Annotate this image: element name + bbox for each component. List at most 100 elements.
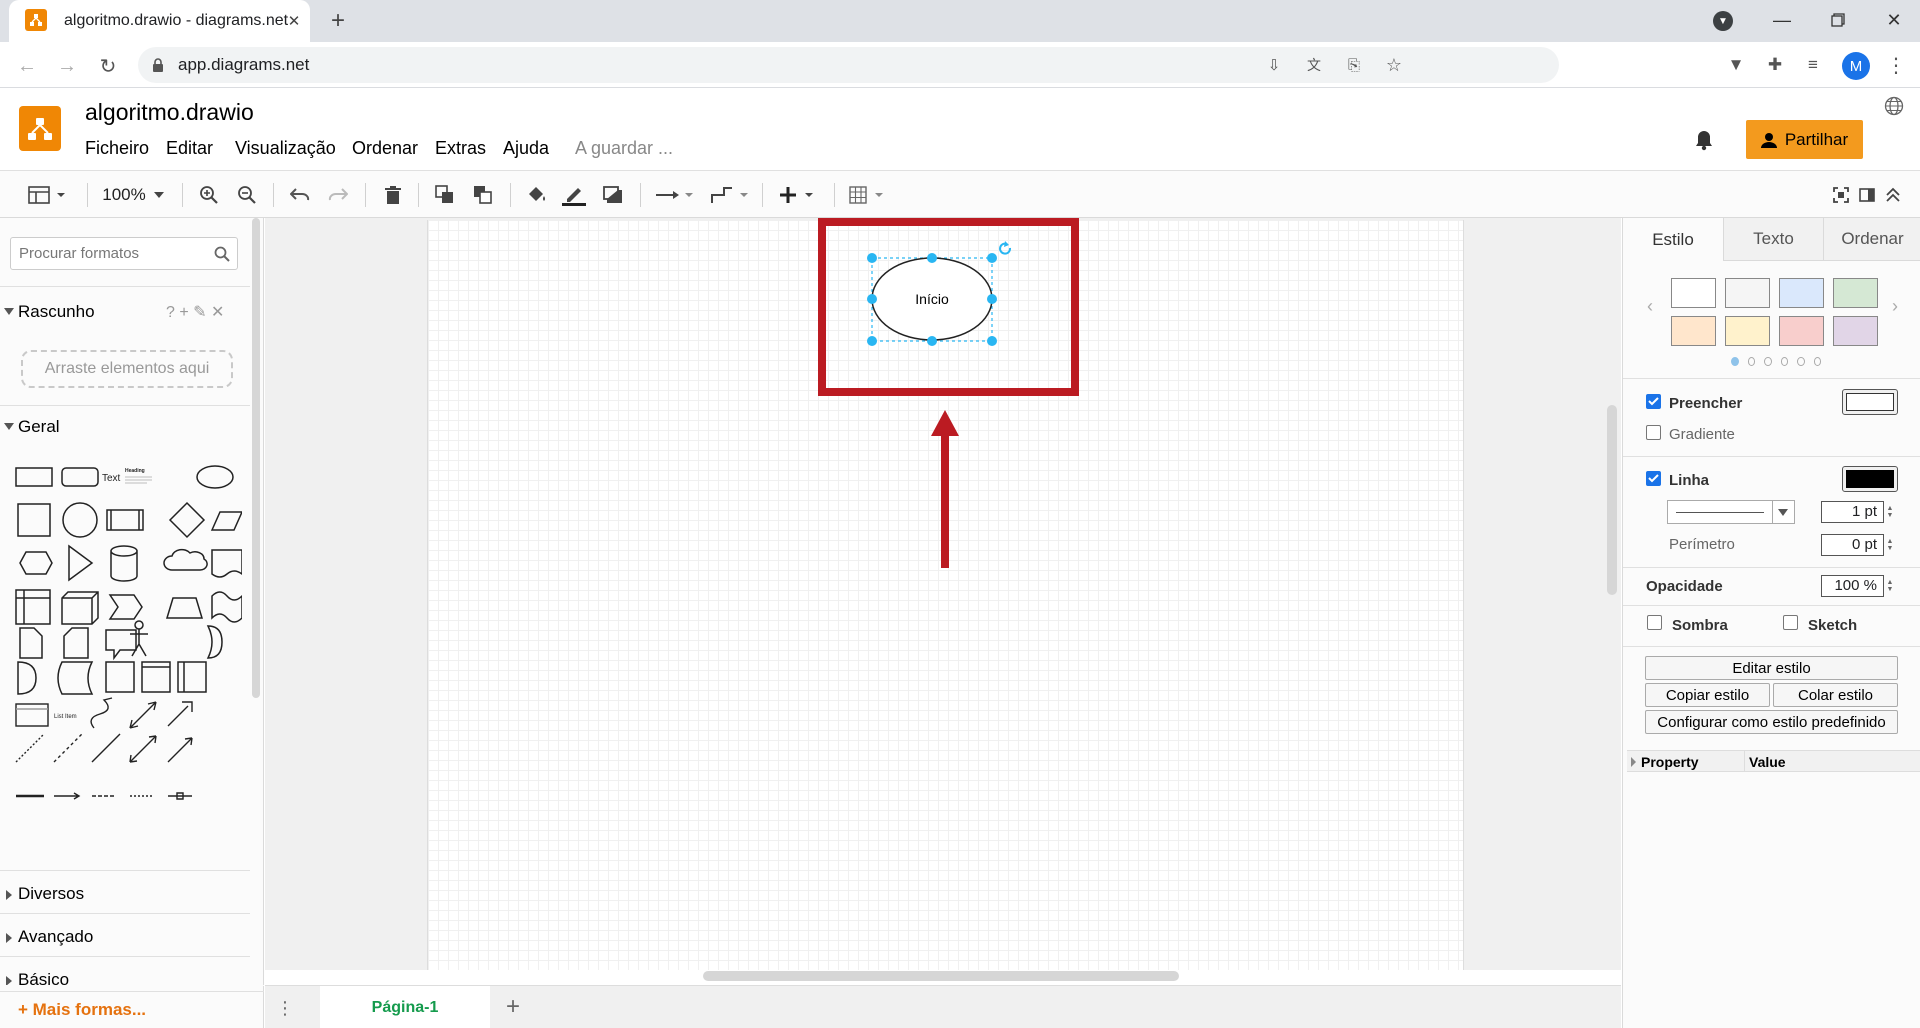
canvas-horizontal-scrollbar[interactable]: [703, 971, 1179, 981]
line-color-button[interactable]: [1842, 466, 1898, 492]
view-panels-icon[interactable]: [26, 183, 70, 207]
extension-vpn-icon[interactable]: ▼: [1724, 53, 1748, 77]
media-control-icon[interactable]: ≡: [1801, 53, 1825, 77]
menu-visualizacao[interactable]: Visualização: [235, 138, 336, 159]
canvas-vertical-scrollbar[interactable]: [1607, 405, 1617, 595]
style-swatch[interactable]: [1833, 316, 1878, 346]
menu-extras[interactable]: Extras: [435, 138, 486, 159]
waypoints-icon[interactable]: [709, 183, 751, 207]
gradient-checkbox[interactable]: [1646, 425, 1661, 440]
menu-editar[interactable]: Editar: [166, 138, 213, 159]
bookmark-star-icon[interactable]: ☆: [1383, 54, 1405, 76]
tab-search-icon[interactable]: ▼: [1713, 11, 1733, 31]
search-icon[interactable]: [213, 245, 231, 263]
fill-color-icon[interactable]: [524, 183, 550, 207]
style-swatch[interactable]: [1671, 278, 1716, 308]
line-pattern-select[interactable]: [1667, 500, 1795, 524]
sidebar-scrollbar[interactable]: [252, 218, 260, 698]
line-checkbox[interactable]: [1646, 471, 1661, 486]
opacity-stepper[interactable]: ▲ ▼: [1885, 575, 1895, 597]
line-width-input[interactable]: 1 pt: [1821, 501, 1884, 523]
to-front-icon[interactable]: [432, 183, 458, 207]
general-shapes-grid[interactable]: Text Heading List Item: [12, 458, 242, 848]
close-window-icon[interactable]: ✕: [1882, 8, 1906, 32]
opacity-input[interactable]: 100 %: [1821, 575, 1884, 597]
translate-icon[interactable]: 文: [1303, 54, 1325, 76]
restore-icon[interactable]: [1826, 8, 1850, 32]
copy-style-button[interactable]: Copiar estilo: [1645, 683, 1770, 707]
scratchpad-title[interactable]: Rascunho: [18, 302, 95, 322]
style-swatch[interactable]: [1725, 278, 1770, 308]
install-app-icon[interactable]: ⇩: [1263, 54, 1285, 76]
new-tab-icon[interactable]: +: [325, 7, 351, 34]
fill-color-button[interactable]: [1842, 389, 1898, 415]
more-shapes-link[interactable]: + Mais formas...: [18, 1000, 146, 1020]
shadow-checkbox[interactable]: [1647, 615, 1662, 630]
tab-estilo[interactable]: Estilo: [1623, 218, 1723, 261]
fullscreen-icon[interactable]: [1830, 183, 1852, 207]
menu-ajuda[interactable]: Ajuda: [503, 138, 549, 159]
line-width-stepper[interactable]: ▲ ▼: [1885, 501, 1895, 523]
menu-ficheiro[interactable]: Ficheiro: [85, 138, 149, 159]
save-page-icon[interactable]: ⎘: [1343, 54, 1365, 76]
section-basico[interactable]: Básico: [18, 970, 69, 990]
swatch-next-icon[interactable]: ›: [1888, 296, 1902, 316]
diagram-canvas[interactable]: Início: [265, 218, 1621, 970]
browser-menu-icon[interactable]: ⋮: [1886, 53, 1906, 77]
browser-tab[interactable]: algoritmo.drawio - diagrams.net ✕: [9, 0, 310, 42]
undo-icon[interactable]: [287, 183, 313, 207]
tab-ordenar[interactable]: Ordenar: [1823, 218, 1920, 261]
extensions-puzzle-icon[interactable]: ✚: [1763, 53, 1787, 77]
profile-avatar[interactable]: M: [1842, 52, 1870, 80]
style-swatch[interactable]: [1725, 316, 1770, 346]
line-color-icon[interactable]: [561, 183, 587, 207]
swatch-prev-icon[interactable]: ‹: [1643, 296, 1657, 316]
zoom-in-icon[interactable]: [196, 183, 222, 207]
fill-checkbox[interactable]: [1646, 394, 1661, 409]
forward-icon[interactable]: →: [54, 53, 80, 79]
perimeter-input[interactable]: 0 pt: [1821, 534, 1884, 556]
minimize-icon[interactable]: —: [1770, 8, 1794, 32]
reload-icon[interactable]: ↻: [95, 53, 121, 79]
file-title[interactable]: algoritmo.drawio: [85, 99, 254, 126]
sketch-checkbox[interactable]: [1783, 615, 1798, 630]
style-swatch[interactable]: [1779, 278, 1824, 308]
format-panel-toggle-icon[interactable]: [1856, 183, 1878, 207]
edit-style-button[interactable]: Editar estilo: [1645, 656, 1898, 680]
shape-search-input[interactable]: Procurar formatos: [10, 237, 238, 270]
to-back-icon[interactable]: [470, 183, 496, 207]
general-section-title[interactable]: Geral: [18, 417, 60, 437]
swatch-pager[interactable]: [1731, 357, 1821, 367]
perimeter-stepper[interactable]: ▲ ▼: [1885, 534, 1895, 556]
scratchpad-actions[interactable]: ? + ✎ ✕: [166, 302, 224, 322]
insert-plus-icon[interactable]: [778, 183, 820, 207]
section-diversos[interactable]: Diversos: [18, 884, 84, 904]
add-page-icon[interactable]: +: [501, 993, 525, 1020]
set-default-style-button[interactable]: Configurar como estilo predefinido: [1645, 710, 1898, 734]
notification-bell-icon[interactable]: [1692, 127, 1716, 153]
scratchpad-drop-area[interactable]: Arraste elementos aqui: [21, 350, 233, 388]
language-globe-icon[interactable]: [1883, 95, 1905, 117]
page-menu-icon[interactable]: ⋮: [276, 998, 294, 1018]
table-icon[interactable]: [848, 183, 890, 207]
zoom-dropdown[interactable]: 100%: [97, 183, 169, 207]
connection-style-icon[interactable]: [654, 183, 696, 207]
zoom-out-icon[interactable]: [234, 183, 260, 207]
section-avancado[interactable]: Avançado: [18, 927, 93, 947]
menu-ordenar[interactable]: Ordenar: [352, 138, 418, 159]
close-tab-icon[interactable]: ✕: [285, 12, 303, 30]
tab-texto[interactable]: Texto: [1723, 218, 1823, 261]
style-swatch[interactable]: [1779, 316, 1824, 346]
style-swatch[interactable]: [1833, 278, 1878, 308]
collapse-up-icon[interactable]: [1882, 183, 1904, 207]
back-icon[interactable]: ←: [14, 53, 40, 79]
selected-shape[interactable]: Início: [863, 241, 1013, 361]
delete-trash-icon[interactable]: [380, 183, 406, 207]
style-swatch[interactable]: [1671, 316, 1716, 346]
address-bar[interactable]: app.diagrams.net ⇩ 文 ⎘ ☆: [138, 47, 1559, 83]
paste-style-button[interactable]: Colar estilo: [1773, 683, 1898, 707]
redo-icon[interactable]: [325, 183, 351, 207]
page-tab-active[interactable]: Página-1: [320, 986, 490, 1028]
shadow-icon[interactable]: [600, 183, 626, 207]
share-button[interactable]: Partilhar: [1746, 120, 1863, 159]
